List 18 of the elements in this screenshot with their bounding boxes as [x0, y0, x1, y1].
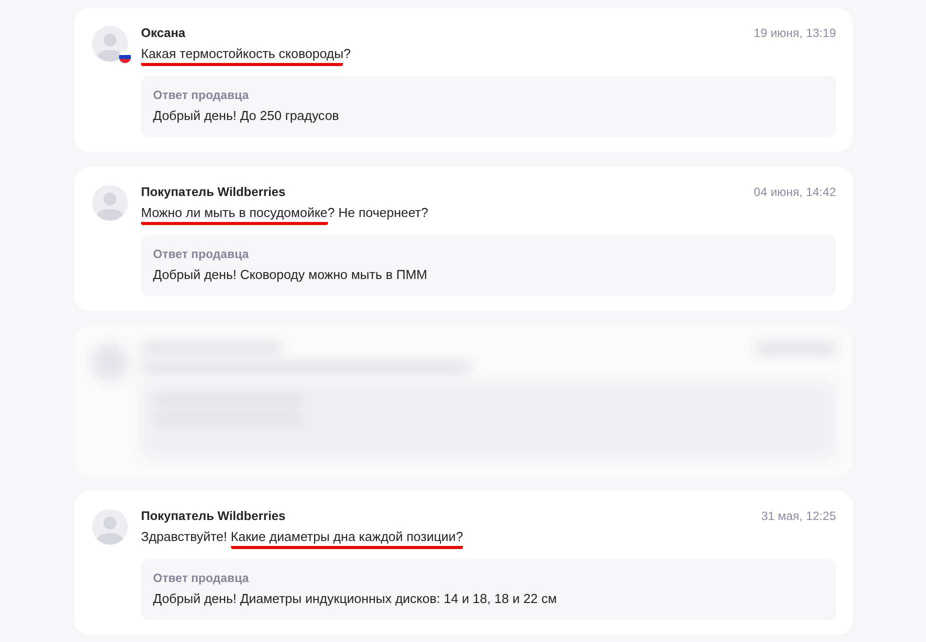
question-text: Можно ли мыть в посудомойке? Не почернеет?	[141, 203, 836, 225]
question-text: Здравствуйте! Какие диаметры дна каждой позиции?	[141, 527, 836, 549]
answer-text: Добрый день! Сковороду можно мыть в ПММ	[153, 267, 428, 282]
user-avatar-icon	[92, 509, 128, 545]
answer-label: Ответ продавца	[153, 247, 250, 261]
user-avatar-icon	[92, 26, 128, 62]
user-avatar-icon	[92, 185, 128, 221]
question-text: Какая термостойкость сковороды?	[141, 44, 836, 66]
answer-text: Добрый день! До 250 градусов	[153, 108, 340, 123]
question-date: 04 июня, 14:42	[754, 185, 836, 199]
answer-label: Ответ продавца	[153, 571, 250, 585]
question-date: 19 июня, 13:19	[754, 26, 836, 40]
author-name: Покупатель Wildberries	[141, 185, 286, 199]
question-date: 31 мая, 12:25	[761, 509, 836, 523]
author-name: Покупатель Wildberries	[141, 509, 286, 523]
answer-text: Добрый день! Диаметры индукционных дисков: 14 и 18, 18 и 22 см	[153, 591, 558, 606]
answer-label: Ответ продавца	[153, 88, 250, 102]
author-name: Оксана	[141, 26, 186, 40]
